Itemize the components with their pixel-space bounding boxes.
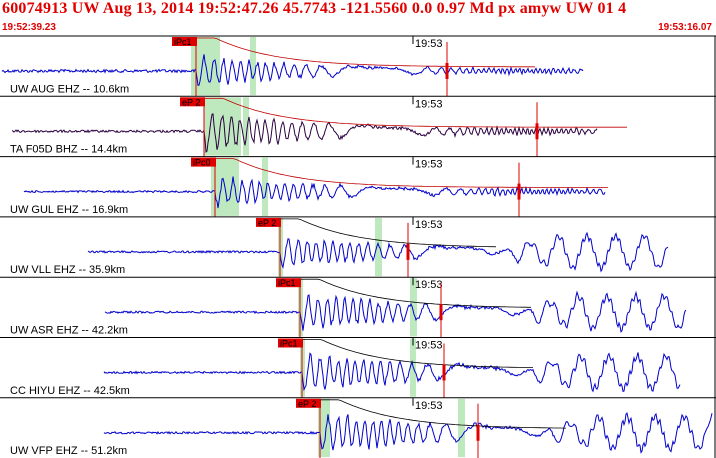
- minute-label: 19:53: [415, 279, 443, 291]
- coda-curve: [280, 218, 497, 248]
- minute-label: 19:53: [415, 400, 443, 412]
- coda-curve: [196, 37, 535, 68]
- pick-label: iPc0: [193, 158, 211, 168]
- window-band: [243, 97, 249, 156]
- waveform: [103, 352, 681, 393]
- coda-marker-tick: [445, 62, 449, 79]
- station-label: UW VFP EHZ -- 51.2km: [10, 445, 127, 457]
- pick-label: iPc1: [174, 37, 192, 47]
- window-band: [375, 217, 382, 277]
- station-label: UW VLL EHZ -- 35.9km: [10, 264, 125, 276]
- station-label: UW GUL EHZ -- 16.9km: [10, 204, 128, 216]
- coda-marker-tick: [439, 304, 443, 321]
- coda-curve: [215, 158, 608, 188]
- pick-label: iPc1: [280, 339, 298, 349]
- coda-marker-tick: [517, 183, 521, 200]
- window-band: [204, 97, 241, 156]
- waveform: [104, 290, 687, 333]
- pick-label: eP 2: [258, 218, 276, 228]
- window-band: [458, 398, 465, 458]
- coda-marker-tick: [535, 123, 539, 140]
- coda-marker-tick: [442, 364, 446, 381]
- waveform: [103, 412, 713, 454]
- station-label: CC HIYU EHZ -- 42.5km: [10, 385, 130, 397]
- minute-label: 19:53: [415, 38, 443, 50]
- minute-label: 19:53: [415, 98, 443, 110]
- pick-label: eP 2: [298, 399, 316, 409]
- minute-label: 19:53: [415, 159, 443, 171]
- station-label: UW ASR EHZ -- 42.2km: [10, 325, 128, 337]
- pick-label: eP 2: [182, 97, 200, 107]
- window-band: [262, 157, 268, 216]
- coda-marker-tick: [406, 243, 410, 260]
- window-band: [250, 37, 256, 96]
- minute-label: 19:53: [415, 219, 443, 231]
- station-label: UW AUG EHZ -- 10.6km: [10, 83, 129, 95]
- pick-label: iPc1: [278, 278, 296, 288]
- station-label: TA F05D BHZ -- 14.4km: [10, 144, 127, 156]
- coda-marker-tick: [476, 424, 480, 441]
- minute-label: 19:53: [415, 340, 443, 352]
- seismogram-panels: 19:53 iPc1 UW AUG EHZ -- 10.6km 19:53 eP 2 TA…: [0, 35, 716, 458]
